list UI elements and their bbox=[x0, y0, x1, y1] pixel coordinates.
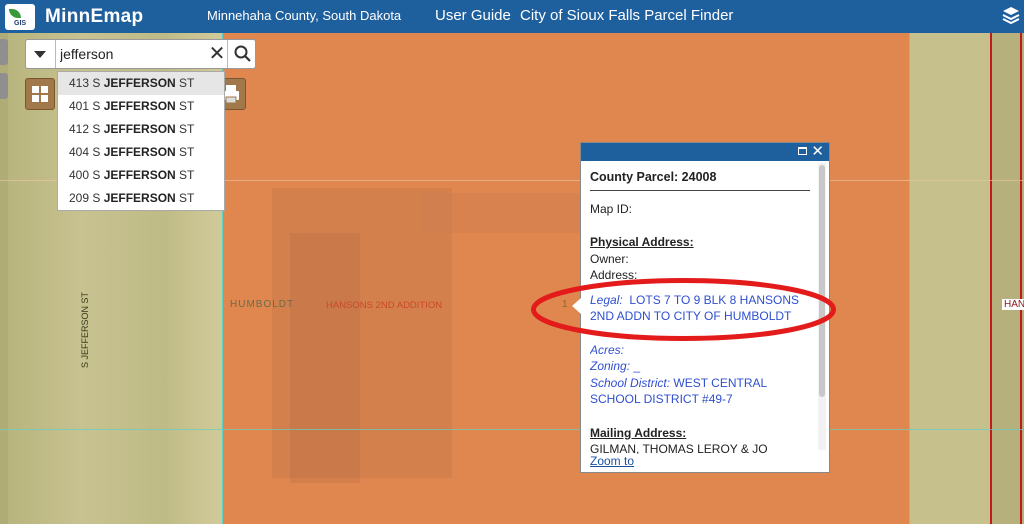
city-boundary bbox=[990, 33, 992, 524]
suggestion-match: JEFFERSON bbox=[103, 99, 176, 113]
suggestion-prefix: 401 S bbox=[69, 99, 104, 113]
map-label-hansons: HANSONS 2ND ADDITION bbox=[326, 300, 443, 311]
side-panel-tab[interactable] bbox=[0, 73, 8, 99]
suggestion-prefix: 400 S bbox=[69, 168, 104, 182]
suggestion-suffix: ST bbox=[175, 99, 195, 113]
acres-label: Acres: bbox=[590, 342, 625, 357]
suggestion-match: JEFFERSON bbox=[103, 76, 176, 90]
suggestion-item[interactable]: 404 S JEFFERSON ST bbox=[58, 141, 224, 164]
side-panel-tab[interactable] bbox=[0, 39, 8, 65]
map-terrain bbox=[990, 33, 1024, 524]
logo-text: GIS bbox=[14, 20, 27, 27]
suggestion-suffix: ST bbox=[175, 168, 195, 182]
building-shadow bbox=[290, 233, 360, 483]
clear-icon[interactable]: ✕ bbox=[206, 43, 228, 65]
search-widget: ✕ bbox=[25, 39, 256, 69]
map-label-street: S JEFFERSON ST bbox=[80, 291, 90, 368]
suggestion-prefix: 412 S bbox=[69, 122, 104, 136]
search-source-dropdown[interactable] bbox=[26, 40, 56, 68]
physical-address-heading: Physical Address: bbox=[590, 235, 694, 249]
parcel-title: County Parcel: 24008 bbox=[590, 169, 810, 191]
suggestion-item[interactable]: 400 S JEFFERSON ST bbox=[58, 164, 224, 187]
school-district-label: School District: bbox=[590, 375, 671, 390]
suggestion-match: JEFFERSON bbox=[103, 191, 176, 205]
parcel-finder-link[interactable]: City of Sioux Falls Parcel Finder bbox=[520, 7, 733, 24]
layers-icon[interactable] bbox=[1002, 6, 1020, 26]
gis-logo[interactable]: GIS bbox=[5, 4, 35, 30]
map-label-humboldt: HUMBOLDT bbox=[230, 299, 295, 310]
app-header: GIS MinnEmap Minnehaha County, South Dak… bbox=[0, 0, 1024, 33]
suggestion-match: JEFFERSON bbox=[103, 122, 176, 136]
school-line-1: WEST CENTRAL bbox=[670, 375, 768, 390]
map-terrain bbox=[0, 33, 8, 524]
close-icon[interactable]: ✕ bbox=[811, 143, 824, 160]
basemap-gallery-button[interactable] bbox=[25, 78, 55, 110]
suggestion-suffix: ST bbox=[175, 76, 195, 90]
owner-label: Owner: bbox=[590, 251, 629, 266]
mailing-name: GILMAN, THOMAS LEROY & JO bbox=[590, 442, 768, 454]
suggestion-item[interactable]: 401 S JEFFERSON ST bbox=[58, 95, 224, 118]
suggestion-prefix: 413 S bbox=[69, 76, 104, 90]
highlight-ellipse bbox=[531, 278, 836, 341]
search-suggestions: 413 S JEFFERSON ST 401 S JEFFERSON ST 41… bbox=[57, 71, 225, 211]
zoning-label: Zoning: bbox=[590, 359, 631, 373]
zoom-to-link[interactable]: Zoom to bbox=[590, 454, 634, 468]
suggestion-item[interactable]: 209 S JEFFERSON ST bbox=[58, 187, 224, 210]
popup-titlebar: ✕ bbox=[581, 143, 829, 161]
suggestion-prefix: 404 S bbox=[69, 145, 104, 159]
grid-icon bbox=[32, 86, 48, 102]
suggestion-suffix: ST bbox=[175, 191, 195, 205]
user-guide-link[interactable]: User Guide bbox=[435, 7, 511, 24]
leaf-icon bbox=[9, 9, 21, 18]
parcel-boundary bbox=[909, 33, 910, 524]
zoning-value: _ bbox=[630, 359, 641, 373]
search-input[interactable] bbox=[60, 43, 220, 65]
city-boundary bbox=[1020, 33, 1022, 524]
search-button[interactable] bbox=[227, 40, 257, 68]
suggestion-prefix: 209 S bbox=[69, 191, 104, 205]
suggestion-item[interactable]: 413 S JEFFERSON ST bbox=[58, 72, 224, 95]
maximize-icon[interactable] bbox=[798, 147, 807, 155]
search-icon bbox=[234, 45, 251, 62]
suggestion-match: JEFFERSON bbox=[103, 145, 176, 159]
county-name: Minnehaha County, South Dakota bbox=[207, 8, 402, 23]
map-label-han: HAN bbox=[1002, 299, 1024, 310]
suggestion-item[interactable]: 412 S JEFFERSON ST bbox=[58, 118, 224, 141]
suggestion-suffix: ST bbox=[175, 122, 195, 136]
app-title: MinnEmap bbox=[45, 6, 144, 27]
map-id-label: Map ID: bbox=[590, 201, 633, 216]
suggestion-match: JEFFERSON bbox=[103, 168, 176, 182]
mailing-address-heading: Mailing Address: bbox=[590, 425, 687, 440]
school-line-2: SCHOOL DISTRICT #49-7 bbox=[590, 392, 733, 406]
parcel-boundary bbox=[0, 429, 1024, 430]
suggestion-suffix: ST bbox=[175, 145, 195, 159]
